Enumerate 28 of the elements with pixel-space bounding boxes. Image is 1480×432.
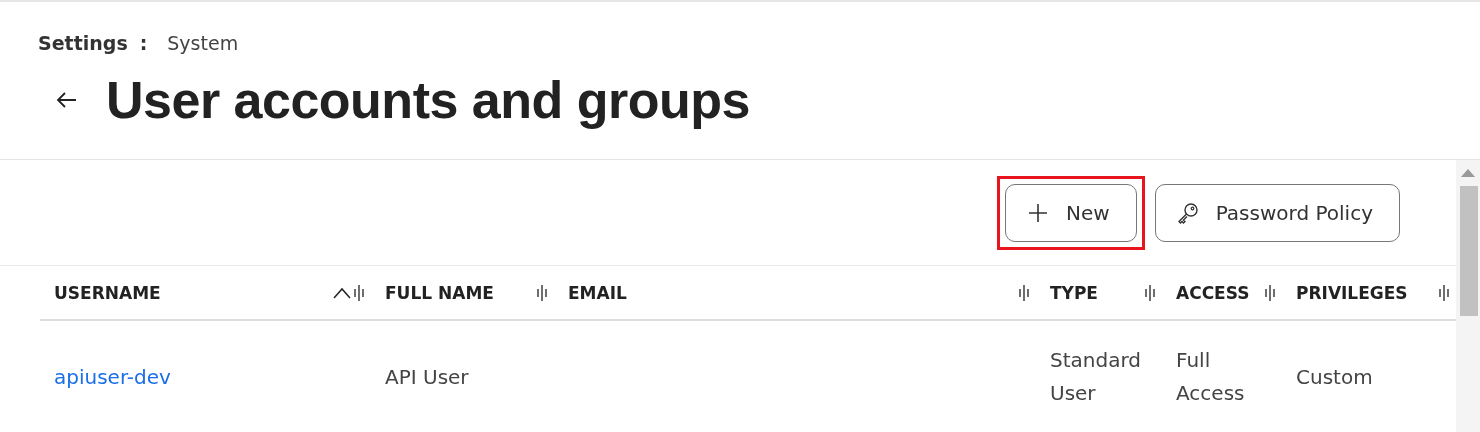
key-icon xyxy=(1175,201,1200,225)
breadcrumb-item[interactable]: System xyxy=(167,32,239,54)
table-cell: Standard User xyxy=(1050,348,1141,405)
password-policy-button[interactable]: Password Policy xyxy=(1154,184,1400,242)
table-cell: API User xyxy=(385,364,469,389)
table-cell: Custom xyxy=(1296,364,1373,389)
column-header[interactable]: TYPE xyxy=(1036,282,1098,303)
column-header[interactable]: USERNAME xyxy=(40,282,333,303)
scroll-thumb[interactable] xyxy=(1460,186,1478,316)
column-resize-handle[interactable] xyxy=(1018,283,1030,302)
column-header[interactable]: PRIVILEGES xyxy=(1282,282,1408,303)
column-resize-handle[interactable] xyxy=(536,283,548,302)
column-resize-handle[interactable] xyxy=(1144,283,1156,302)
table-cell: Full Access xyxy=(1176,348,1245,405)
new-button[interactable]: New xyxy=(1005,184,1137,242)
column-resize-handle[interactable] xyxy=(1264,283,1276,302)
column-header[interactable]: EMAIL xyxy=(554,282,627,303)
column-resize-handle[interactable] xyxy=(353,283,365,302)
column-header[interactable]: FULL NAME xyxy=(371,282,494,303)
page-title: User accounts and groups xyxy=(106,70,750,130)
column-header[interactable]: ACCESS xyxy=(1162,282,1250,303)
username-link[interactable]: apiuser-dev xyxy=(54,364,171,389)
column-resize-handle[interactable] xyxy=(1438,283,1450,302)
breadcrumb-separator: : xyxy=(139,32,148,54)
scrollbar[interactable] xyxy=(1456,160,1480,432)
scroll-up-icon[interactable] xyxy=(1461,168,1475,177)
sort-ascending-icon[interactable] xyxy=(333,286,351,299)
breadcrumb-item[interactable]: Settings xyxy=(38,32,128,54)
